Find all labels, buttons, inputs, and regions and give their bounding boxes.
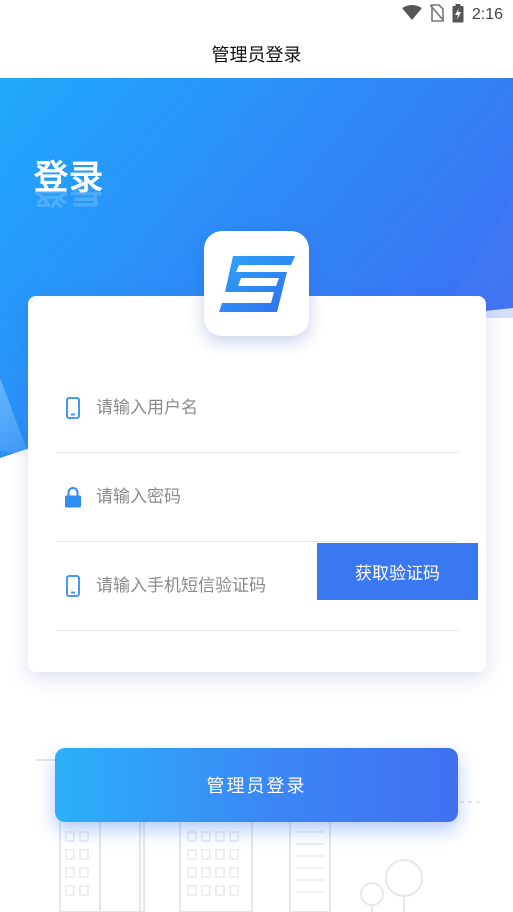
get-code-button[interactable]: 获取验证码 [317, 543, 478, 600]
admin-login-button[interactable]: 管理员登录 [55, 748, 458, 822]
page-title: 管理员登录 [211, 45, 302, 66]
hero-title-reflection: 登录 [34, 188, 104, 210]
status-time: 2:16 [471, 6, 503, 23]
username-input[interactable] [96, 398, 336, 418]
logo-box [204, 231, 309, 336]
password-input[interactable] [96, 487, 336, 507]
title-bar: 管理员登录 [0, 30, 513, 78]
no-sim-icon [429, 4, 445, 26]
lock-icon [64, 485, 82, 509]
wifi-icon [401, 5, 422, 25]
username-field [56, 364, 458, 453]
battery-charging-icon [452, 3, 464, 27]
app-logo-icon [218, 255, 295, 312]
phone-icon [64, 396, 82, 420]
sms-code-input[interactable] [96, 576, 306, 596]
status-icons: 2:16 [401, 3, 503, 27]
phone-icon [64, 574, 82, 598]
status-bar: 2:16 [0, 0, 513, 30]
password-field [56, 453, 458, 542]
